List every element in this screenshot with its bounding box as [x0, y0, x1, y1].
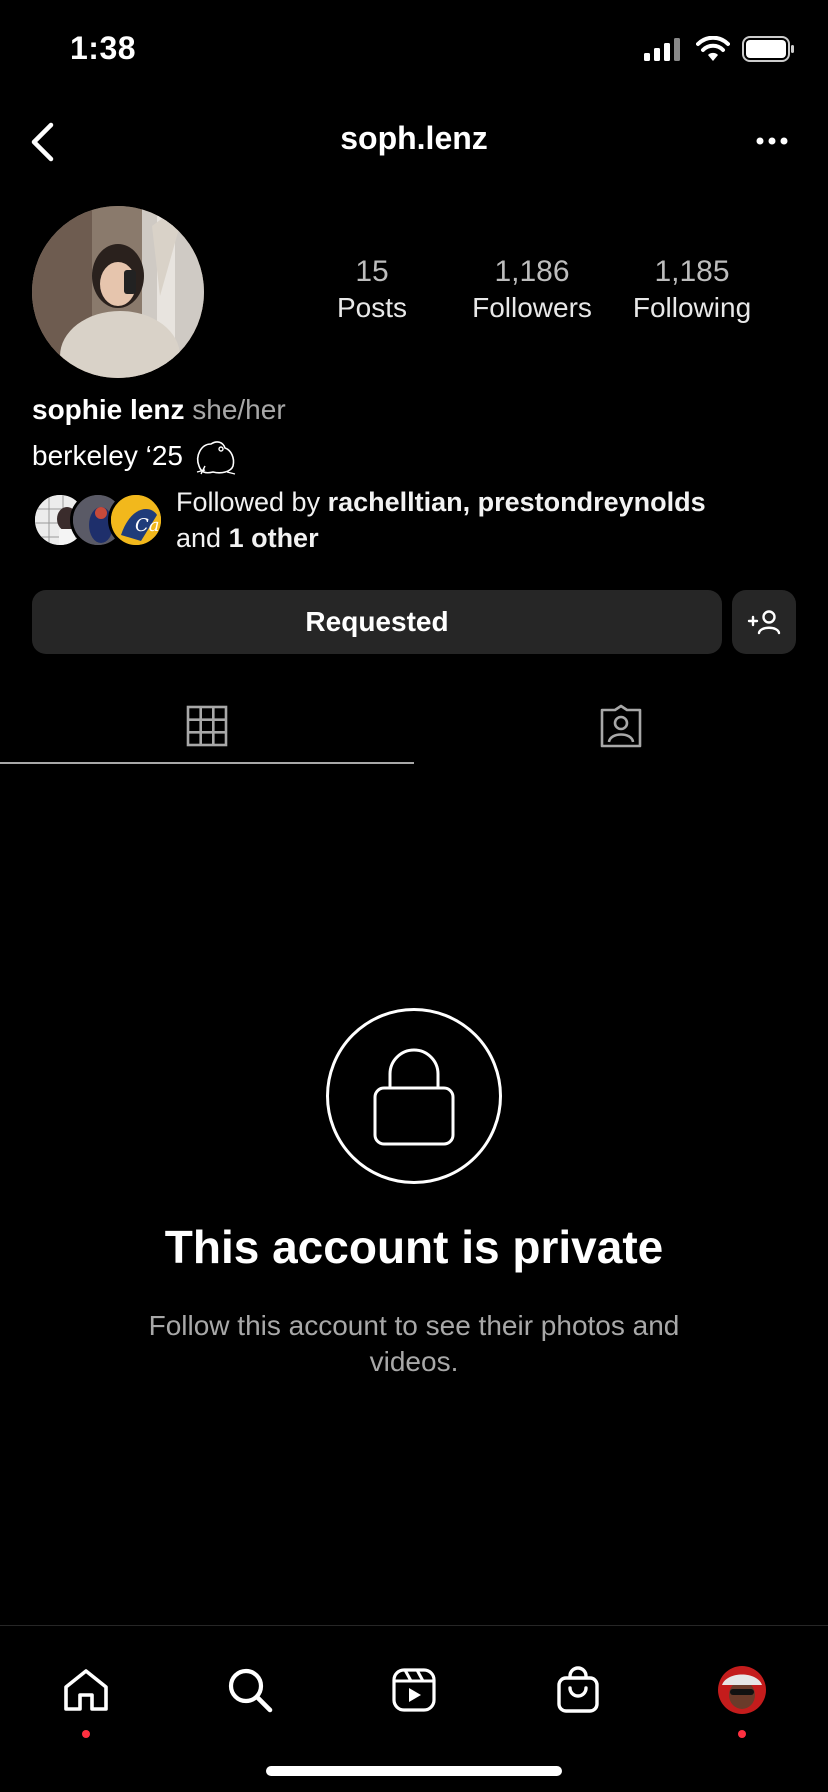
followed-by-avatars[interactable]: Cal — [32, 492, 164, 548]
followed-by-prefix: Followed by — [176, 487, 328, 517]
stat-followers[interactable]: 1,186 Followers — [457, 254, 607, 326]
wifi-icon — [696, 36, 730, 61]
posts-label: Posts — [336, 292, 408, 323]
home-indicator[interactable] — [266, 1766, 562, 1776]
followed-by-names: rachelltian, prestondreynolds — [327, 487, 706, 517]
search-icon — [228, 1668, 273, 1713]
shop-icon — [557, 1666, 599, 1713]
more-dots-icon — [756, 137, 788, 145]
bio: berkeley ‘25 — [32, 436, 237, 476]
home-icon — [64, 1669, 108, 1711]
followed-by-others: 1 other — [228, 523, 319, 553]
followed-by-and: and — [176, 523, 229, 553]
lock-icon — [373, 1048, 455, 1146]
grid-icon — [186, 705, 228, 747]
suggest-users-button[interactable] — [732, 590, 796, 654]
nav-home[interactable] — [46, 1650, 126, 1738]
stat-posts[interactable]: 15 Posts — [297, 254, 447, 326]
avatar-photo — [32, 206, 204, 378]
followers-count: 1,186 — [494, 255, 570, 288]
private-lock-badge — [326, 1008, 502, 1184]
profile-username-title: soph.lenz — [340, 120, 488, 156]
followers-label: Followers — [472, 292, 592, 323]
followed-by-text[interactable]: Followed by rachelltian, prestondreynold… — [176, 484, 706, 556]
requested-button[interactable]: Requested — [32, 590, 722, 654]
following-count: 1,185 — [654, 255, 730, 288]
following-label: Following — [632, 292, 752, 323]
svg-text:Cal: Cal — [135, 515, 164, 536]
frog-icon — [196, 441, 236, 475]
profile-notification-dot — [738, 1730, 746, 1738]
follower-avatar: Cal — [108, 492, 164, 548]
profile-name-line: sophie lenz she/her — [32, 394, 286, 426]
posts-count: 15 — [355, 255, 389, 288]
profile-avatar[interactable] — [32, 206, 204, 378]
pronouns: she/her — [192, 394, 286, 425]
battery-icon — [742, 36, 794, 62]
more-options-button[interactable] — [752, 126, 792, 156]
bio-text: berkeley ‘25 — [32, 440, 183, 471]
stat-following[interactable]: 1,185 Following — [617, 254, 767, 326]
nav-search[interactable] — [210, 1650, 290, 1730]
tab-tagged[interactable] — [414, 690, 828, 764]
home-notification-dot — [82, 1730, 90, 1738]
reels-icon — [392, 1668, 436, 1712]
status-time: 1:38 — [70, 30, 137, 66]
nav-profile[interactable] — [702, 1650, 782, 1738]
profile-avatar-icon — [718, 1666, 766, 1714]
add-user-icon — [747, 610, 781, 635]
cellular-signal-icon — [644, 38, 680, 61]
tagged-icon — [600, 704, 642, 748]
nav-shop[interactable] — [538, 1650, 618, 1730]
nav-reels[interactable] — [374, 1650, 454, 1730]
private-account-subtitle: Follow this account to see their photos … — [148, 1310, 680, 1377]
private-account-title: This account is private — [164, 1221, 664, 1273]
tab-posts-grid[interactable] — [0, 690, 414, 764]
display-name: sophie lenz — [32, 394, 185, 425]
status-icons — [644, 36, 796, 62]
